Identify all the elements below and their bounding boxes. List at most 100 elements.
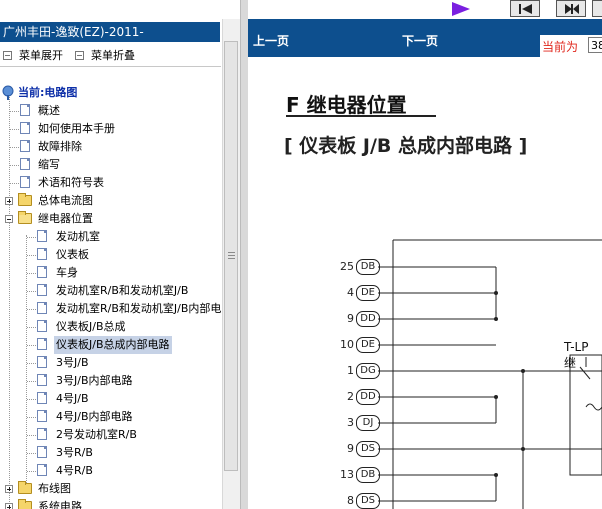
tree-item-label: 3号R/B: [56, 446, 93, 459]
collapse-menu-button[interactable]: 菜单折叠: [75, 48, 135, 62]
folder-icon: [18, 481, 32, 494]
tree-item[interactable]: 3号J/B: [0, 354, 219, 372]
tree-item[interactable]: 4号J/B内部电路: [0, 408, 219, 426]
tree-item-label: 3号J/B内部电路: [56, 374, 133, 387]
connector-code: DB: [356, 259, 380, 275]
skip-back-icon: [519, 4, 532, 14]
expand-icon: [3, 50, 12, 60]
tree-item-label: 车身: [56, 266, 78, 279]
collapse-icon: [75, 50, 84, 60]
tree-item-label: 继电器位置: [38, 212, 93, 225]
folder-icon: [18, 193, 32, 206]
previous-icon-button[interactable]: [510, 0, 540, 17]
tree-item[interactable]: 2号发动机室R/B: [0, 426, 219, 444]
document-icon: [20, 104, 30, 116]
tree-item-label: 概述: [38, 104, 60, 117]
tree-item-label: 术语和符号表: [38, 176, 104, 189]
open-folder-icon: [18, 211, 32, 224]
tree-item[interactable]: 发动机室: [0, 228, 219, 246]
tree-item[interactable]: 4号R/B: [0, 462, 219, 480]
circuit-diagram: [378, 239, 602, 509]
tree-item[interactable]: 仪表板: [0, 246, 219, 264]
connector-code: DE: [356, 285, 380, 301]
document-icon: [20, 158, 30, 170]
tree-view: 当前:电路图 概述 如何使用本手册 故障排除 缩写 术语和符号表 总体电流图 继…: [0, 67, 221, 509]
connector-number: 9: [347, 442, 354, 455]
document-icon: [20, 176, 30, 188]
current-page-label: 当前为: [542, 40, 579, 54]
expand-toggle-icon[interactable]: [5, 503, 13, 509]
document-icon: [37, 230, 47, 242]
tree-item[interactable]: 4号J/B: [0, 390, 219, 408]
document-icon: [37, 320, 47, 332]
document-icon: [37, 266, 47, 278]
pane-splitter[interactable]: [240, 0, 248, 509]
tree-item-label: 故障排除: [38, 140, 82, 153]
tree-item-selected[interactable]: 仪表板J/B总成内部电路: [0, 336, 219, 354]
tree-item[interactable]: 如何使用本手册: [0, 120, 219, 138]
expand-toggle-icon[interactable]: [5, 485, 13, 493]
tree-item[interactable]: 3号R/B: [0, 444, 219, 462]
tree-item[interactable]: 概述: [0, 102, 219, 120]
tree-item[interactable]: 发动机室R/B和发动机室J/B: [0, 282, 219, 300]
document-icon: [37, 284, 47, 296]
tree-item-label: 发动机室: [56, 230, 100, 243]
connector-number: 25: [340, 260, 354, 273]
scroll-grip-icon: [228, 252, 235, 260]
tree-folder[interactable]: 布线图: [0, 480, 219, 498]
tree-item[interactable]: 缩写: [0, 156, 219, 174]
document-icon: [37, 248, 47, 260]
tree-item-label: 4号R/B: [56, 464, 93, 477]
tree-item-label: 3号J/B: [56, 356, 89, 369]
tree-item-label: 仪表板J/B总成: [56, 320, 126, 333]
connector-code: DD: [356, 311, 380, 327]
document-view: F 继电器位置 [ 仪表板 J/B 总成内部电路 ] 25 DB 4 DE 9 …: [248, 57, 602, 509]
document-icon: [37, 392, 47, 404]
tree-item-label: 缩写: [38, 158, 60, 171]
tree-item[interactable]: 故障排除: [0, 138, 219, 156]
page-number-input[interactable]: [588, 37, 602, 53]
tree-item-label: 仪表板: [56, 248, 89, 261]
tree-folder[interactable]: 继电器位置: [0, 210, 219, 228]
tree-root[interactable]: 当前:电路图: [2, 84, 221, 102]
connector-code: DS: [356, 493, 380, 509]
document-icon: [20, 140, 30, 152]
connector-code: DB: [356, 467, 380, 483]
tree-item[interactable]: 仪表板J/B总成: [0, 318, 219, 336]
next-page-link[interactable]: 下一页: [402, 32, 438, 49]
sidebar-title: 广州丰田-逸致(EZ)-2011-: [0, 22, 220, 42]
sidebar: 广州丰田-逸致(EZ)-2011- 菜单展开 菜单折叠 当前:电路图 概述 如何…: [0, 19, 243, 509]
document-icon: [20, 122, 30, 134]
expand-toggle-icon[interactable]: [5, 197, 13, 205]
tree-item-label: 仪表板J/B总成内部电路: [54, 336, 172, 354]
expand-menu-button[interactable]: 菜单展开: [3, 48, 63, 62]
tree-item[interactable]: 术语和符号表: [0, 174, 219, 192]
tree-item-label: 系统电路: [38, 500, 82, 509]
connector-code: DE: [356, 337, 380, 353]
document-icon: [37, 338, 47, 350]
tree-item[interactable]: 发动机室R/B和发动机室J/B内部电路: [0, 300, 221, 318]
last-icon-button[interactable]: [592, 0, 602, 17]
tree-item[interactable]: 车身: [0, 264, 219, 282]
tree-item-label: 布线图: [38, 482, 71, 495]
scroll-thumb[interactable]: [224, 41, 238, 471]
connector-number: 2: [347, 390, 354, 403]
next-icon-button[interactable]: [556, 0, 586, 17]
connector-number: 13: [340, 468, 354, 481]
tree-root-label: 当前:电路图: [18, 86, 78, 99]
relay-label: T-LP 继: [564, 340, 589, 370]
menu-actions: 菜单展开 菜单折叠: [0, 46, 220, 66]
document-icon: [37, 356, 47, 368]
play-icon[interactable]: [452, 2, 470, 16]
tree-folder[interactable]: 系统电路: [0, 498, 219, 509]
folder-icon: [18, 499, 32, 509]
tree-item[interactable]: 3号J/B内部电路: [0, 372, 219, 390]
document-icon: [37, 464, 47, 476]
sidebar-scrollbar[interactable]: [222, 19, 240, 509]
tree-item-label: 发动机室R/B和发动机室J/B内部电路: [56, 302, 221, 315]
document-icon: [37, 428, 47, 440]
connector-number: 4: [347, 286, 354, 299]
collapse-toggle-icon[interactable]: [5, 215, 13, 223]
tree-folder[interactable]: 总体电流图: [0, 192, 219, 210]
prev-page-link[interactable]: 上一页: [253, 32, 289, 49]
